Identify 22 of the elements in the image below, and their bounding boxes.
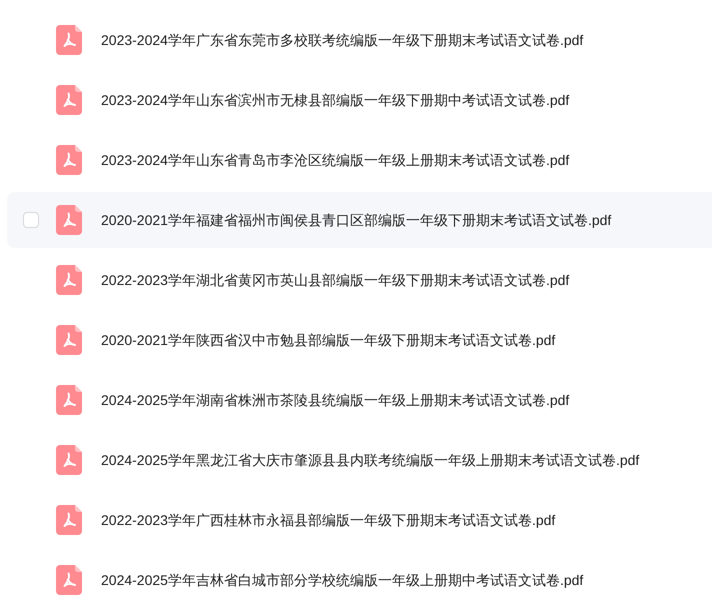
highlighted-row[interactable]: 2020-2021学年福建省福州市闽侯县青口区部编版一年级下册期末考试语文试卷.pdf [7, 192, 712, 248]
file-name[interactable]: 2020-2021学年陕西省汉中市勉县部编版一年级下册期末考试语文试卷.pdf [101, 330, 556, 350]
pdf-file-icon [56, 565, 82, 595]
pdf-file-icon [56, 265, 82, 295]
pdf-file-icon [56, 85, 82, 115]
file-name[interactable]: 2024-2025学年湖南省株洲市茶陵县统编版一年级上册期末考试语文试卷.pdf [101, 390, 570, 410]
file-name[interactable]: 2023-2024学年山东省滨州市无棣县部编版一年级下册期中考试语文试卷.pdf [101, 90, 570, 110]
pdf-file-icon [56, 25, 82, 55]
pdf-file-icon [56, 205, 82, 235]
pdf-file-icon [56, 325, 82, 355]
file-name[interactable]: 2022-2023学年广西桂林市永福县部编版一年级下册期末考试语文试卷.pdf [101, 510, 556, 530]
pdf-file-icon [56, 145, 82, 175]
file-name[interactable]: 2024-2025学年黑龙江省大庆市肇源县县内联考统编版一年级上册期末考试语文试卷.pdf [101, 450, 640, 470]
file-name[interactable]: 2023-2024学年广东省东莞市多校联考统编版一年级下册期末考试语文试卷.pdf [101, 30, 584, 50]
file-name[interactable]: 2022-2023学年湖北省黄冈市英山县部编版一年级下册期末考试语文试卷.pdf [101, 270, 570, 290]
file-name[interactable]: 2024-2025学年吉林省白城市部分学校统编版一年级上册期中考试语文试卷.pdf [101, 570, 584, 590]
file-name[interactable]: 2020-2021学年福建省福州市闽侯县青口区部编版一年级下册期末考试语文试卷.pdf [101, 210, 612, 230]
pdf-file-icon [56, 505, 82, 535]
pdf-file-icon [56, 385, 82, 415]
file-name[interactable]: 2023-2024学年山东省青岛市李沧区统编版一年级上册期末考试语文试卷.pdf [101, 150, 570, 170]
checkbox[interactable] [23, 212, 39, 228]
pdf-file-icon [56, 445, 82, 475]
